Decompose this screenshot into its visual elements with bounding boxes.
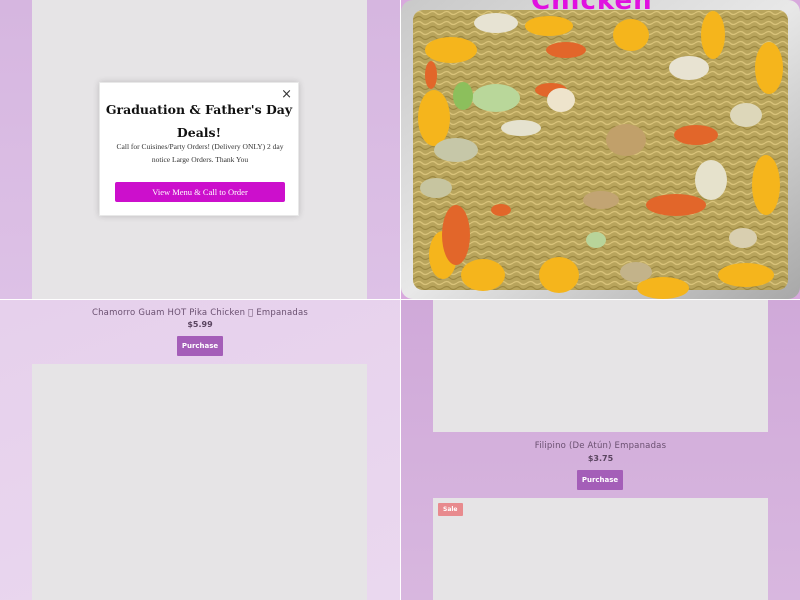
product-price: $5.99	[187, 320, 213, 329]
sale-badge: Sale	[438, 503, 463, 516]
purchase-button[interactable]: Purchase	[177, 336, 223, 356]
product-card-pika-chicken: Chamorro Guam HOT Pika Chicken   Empanad…	[0, 300, 400, 600]
product-image-placeholder[interactable]	[433, 498, 768, 600]
promo-popup: × Graduation & Father's Day Deals! Call …	[99, 82, 299, 216]
product-name[interactable]: Chamorro Guam HOT Pika Chicken   Empanad…	[0, 308, 400, 318]
purchase-button[interactable]: Purchase	[577, 470, 623, 490]
popup-message: Call for Cuisines/Party Orders! (Deliver…	[116, 142, 284, 164]
grid-divider-vertical	[400, 0, 401, 600]
photo-caption: Chicken	[531, 0, 653, 16]
product-image-placeholder[interactable]	[32, 364, 367, 600]
product-card-de-atun: Filipino (De Atún) Empanadas $3.75 Purch…	[401, 300, 800, 600]
view-menu-button[interactable]: View Menu & Call to Order	[115, 182, 285, 202]
product-card-top-right: Chicken	[401, 0, 800, 299]
product-price: $3.75	[587, 454, 614, 463]
popup-title: Graduation & Father's Day Deals!	[105, 102, 293, 140]
product-name[interactable]: Filipino (De Atún) Empanadas	[401, 441, 800, 451]
pancit-noodles-photo[interactable]	[401, 0, 800, 299]
grid-divider-horizontal	[0, 299, 800, 300]
product-image-placeholder[interactable]	[433, 300, 768, 432]
